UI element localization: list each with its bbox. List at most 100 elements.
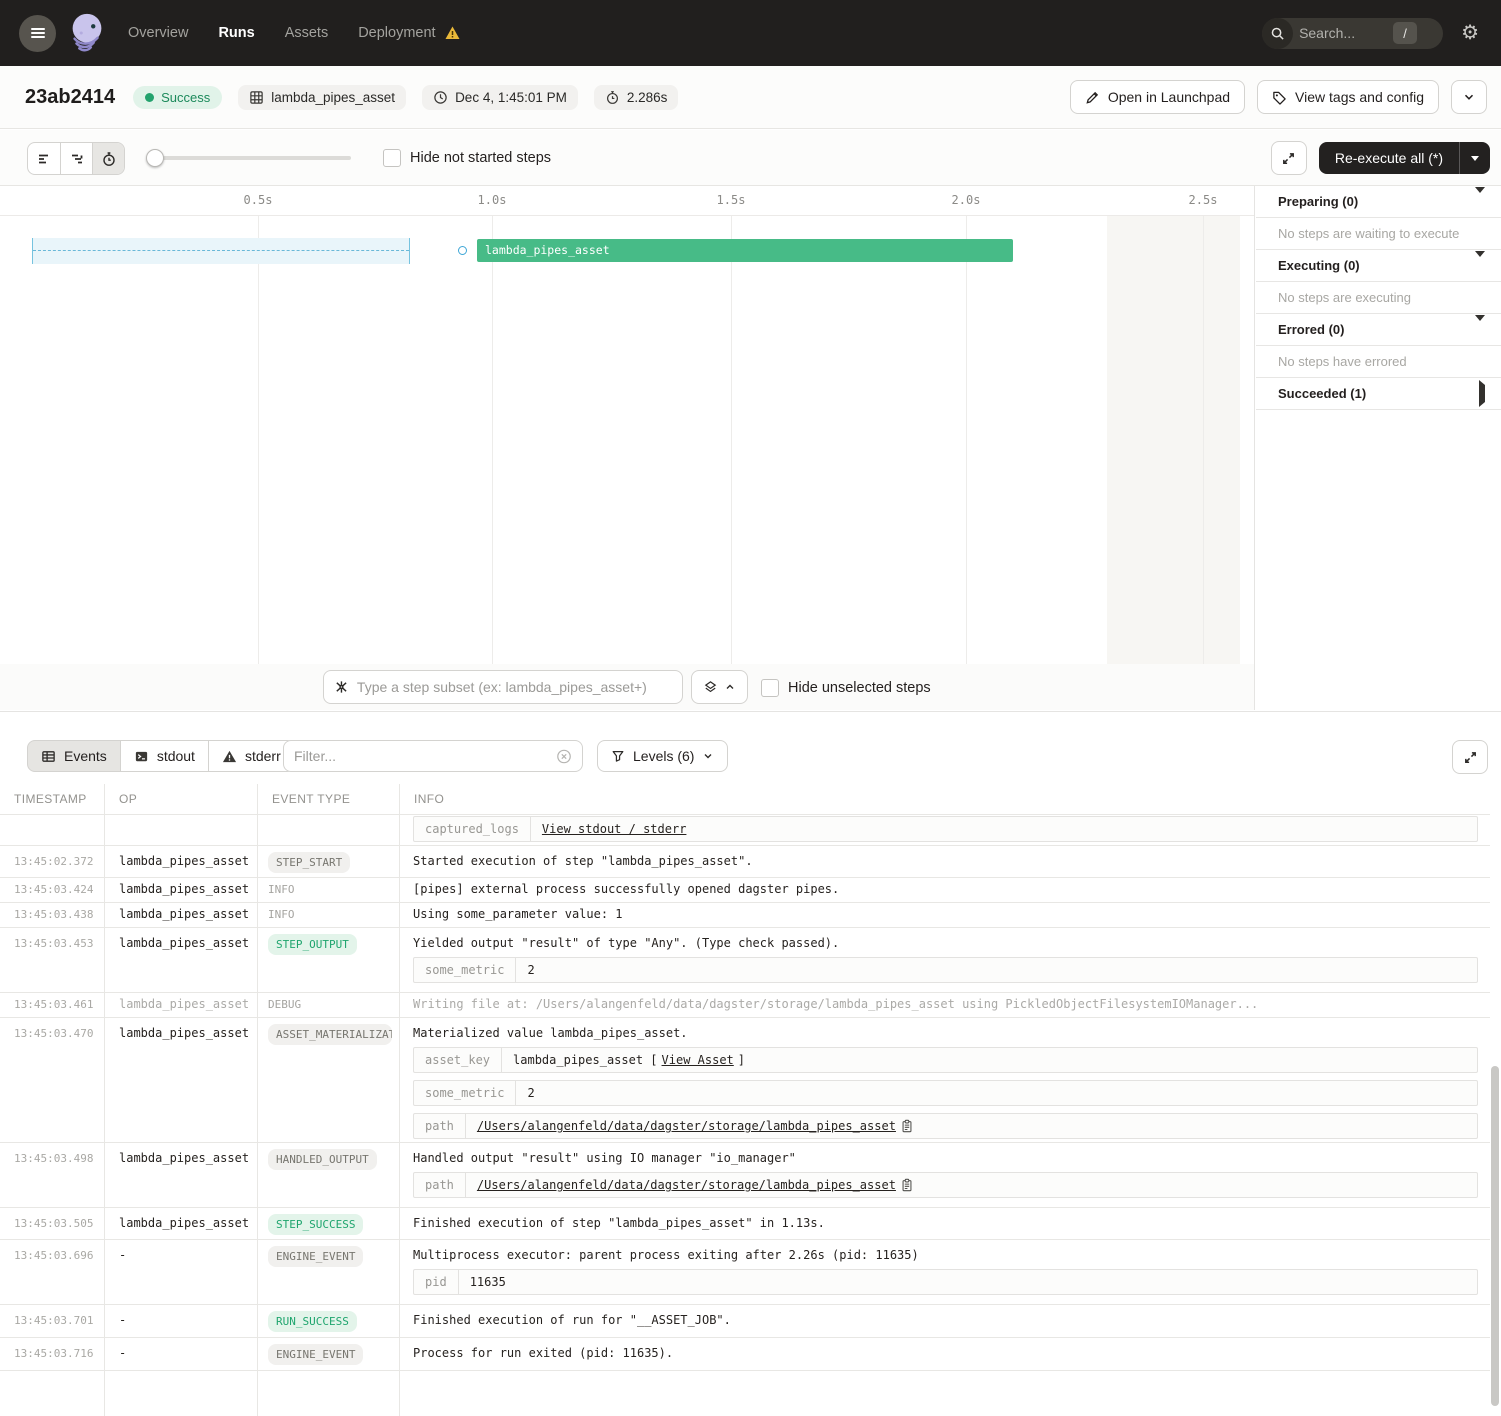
path-link[interactable]: /Users/alangenfeld/data/dagster/storage/… [477,1178,896,1192]
search-input[interactable] [1299,25,1393,41]
dagster-logo-icon[interactable] [64,8,110,58]
event-timestamp: 13:45:03.701 [0,1305,105,1337]
event-op: lambda_pipes_asset [105,928,258,992]
gantt-step-bar[interactable]: lambda_pipes_asset [477,239,1013,262]
event-type-tag: HANDLED_OUTPUT [268,1149,377,1170]
graph-query-toggle-button[interactable] [691,670,748,704]
event-row[interactable]: 13:45:03.453 lambda_pipes_asset STEP_OUT… [0,928,1490,993]
metadata-key: pid [414,1270,459,1294]
event-op: lambda_pipes_asset [105,1018,258,1147]
event-op: - [105,1240,258,1304]
nav-assets[interactable]: Assets [285,25,329,41]
event-message: [pipes] external process successfully op… [400,878,1490,902]
event-op: - [105,1338,258,1370]
caret-down-icon [1475,193,1485,211]
start-time-pill: Dec 4, 1:45:01 PM [422,85,578,110]
gantt-view-mode-segmented [27,142,125,175]
sidebar-section-succeeded[interactable]: Succeeded (1) [1256,378,1501,410]
nav-runs[interactable]: Runs [218,25,254,41]
step-start-marker-icon [458,246,467,255]
event-row[interactable]: 13:45:03.505 lambda_pipes_asset STEP_SUC… [0,1208,1490,1240]
metadata-entry: some_metric 2 [413,1080,1478,1106]
log-filter [283,740,583,772]
col-info: INFO [400,784,1490,814]
section-title: Succeeded (1) [1278,386,1366,401]
settings-gear-icon[interactable]: ⚙ [1461,23,1479,43]
event-timestamp: 13:45:03.696 [0,1240,105,1304]
event-row[interactable]: 13:45:03.470 lambda_pipes_asset ASSET_MA… [0,1018,1490,1143]
stopwatch-icon [605,90,620,105]
zoom-slider-thumb[interactable] [146,149,164,167]
event-type-tag: ASSET_MATERIALIZAT… [268,1024,392,1045]
log-filter-input[interactable] [294,748,556,764]
event-row[interactable]: 13:45:03.701 - RUN_SUCCESS Finished exec… [0,1305,1490,1338]
waterfall-icon [69,151,85,167]
clear-filter-icon[interactable] [556,748,572,765]
run-actions-dropdown-button[interactable] [1451,80,1487,114]
top-nav: Overview Runs Assets Deployment / ⚙ [0,0,1501,66]
sidebar-section-preparing[interactable]: Preparing (0) [1256,186,1501,218]
clipboard-icon[interactable] [900,1178,914,1192]
section-title: Executing (0) [1278,258,1360,273]
tab-stdout[interactable]: stdout [121,740,209,772]
global-search[interactable]: / [1262,18,1443,49]
event-row[interactable]: 13:45:03.498 lambda_pipes_asset HANDLED_… [0,1143,1490,1208]
sidebar-caption: No steps are executing [1256,282,1501,314]
caret-down-icon [1475,257,1485,275]
event-row[interactable]: 13:45:03.438 lambda_pipes_asset INFO Usi… [0,903,1490,928]
levels-dropdown[interactable]: Levels (6) [597,740,728,772]
event-row[interactable]: 13:45:03.716 - ENGINE_EVENT Process for … [0,1338,1490,1371]
hide-unselected-checkbox[interactable] [761,679,779,697]
stopwatch-mode-icon [101,151,117,167]
tab-stderr[interactable]: stderr [209,740,295,772]
gantt-expand-button[interactable] [1271,141,1307,175]
events-table-header: TIMESTAMP OP EVENT TYPE INFO [0,784,1490,815]
tick-label: 2.0s [952,193,981,207]
menu-button[interactable] [19,15,56,52]
view-tags-config-button[interactable]: View tags and config [1257,80,1439,114]
gantt-toolbar-right: Re-execute all (*) [1271,141,1490,175]
expand-icon [1281,151,1296,166]
sidebar-section-errored[interactable]: Errored (0) [1256,314,1501,346]
caret-right-icon [1479,385,1485,403]
view-mode-flat-button[interactable] [28,143,60,174]
metadata-entry: pid 11635 [413,1269,1478,1295]
event-row[interactable]: captured_logs View stdout / stderr [0,815,1490,846]
zoom-slider[interactable] [148,156,351,160]
event-row[interactable]: 13:45:02.372 lambda_pipes_asset STEP_STA… [0,846,1490,878]
flat-list-icon [36,151,52,167]
path-link[interactable]: /Users/alangenfeld/data/dagster/storage/… [477,1119,896,1133]
job-name: lambda_pipes_asset [271,90,395,105]
event-row[interactable]: 13:45:03.696 - ENGINE_EVENT Multiprocess… [0,1240,1490,1305]
sidebar-section-executing[interactable]: Executing (0) [1256,250,1501,282]
nav-deployment[interactable]: Deployment [358,25,435,41]
tab-stderr-label: stderr [245,748,281,764]
waiting-dashed-line [33,250,409,251]
view-stdout-stderr-link[interactable]: View stdout / stderr [542,822,687,836]
events-expand-button[interactable] [1452,740,1488,774]
hide-not-started-checkbox[interactable] [383,149,401,167]
warning-triangle-icon [222,749,237,764]
event-row[interactable]: 13:45:03.424 lambda_pipes_asset INFO [pi… [0,878,1490,903]
duration: 2.286s [627,90,668,105]
reexecute-all-button[interactable]: Re-execute all (*) [1319,142,1459,174]
events-scrollbar[interactable] [1490,784,1500,1416]
view-asset-link[interactable]: View Asset [662,1053,734,1067]
job-name-pill[interactable]: lambda_pipes_asset [238,85,406,110]
reexecute-dropdown-button[interactable] [1459,142,1490,174]
reexecute-split-button: Re-execute all (*) [1319,142,1490,174]
tab-events[interactable]: Events [27,740,121,772]
event-op: lambda_pipes_asset [105,846,258,878]
view-mode-timed-button[interactable] [92,143,124,174]
metadata-value: 2 [516,1081,545,1105]
run-id: 23ab2414 [25,86,115,109]
event-row[interactable]: 13:45:03.461 lambda_pipes_asset DEBUG Wr… [0,993,1490,1018]
events-scrollbar-thumb[interactable] [1491,1066,1499,1406]
step-subset-input[interactable] [357,679,672,695]
view-mode-waterfall-button[interactable] [60,143,92,174]
clipboard-icon[interactable] [900,1119,914,1133]
event-op: lambda_pipes_asset [105,878,258,902]
open-in-launchpad-button[interactable]: Open in Launchpad [1070,80,1245,114]
nav-overview[interactable]: Overview [128,25,188,41]
metadata-entry: captured_logs View stdout / stderr [413,816,1478,842]
